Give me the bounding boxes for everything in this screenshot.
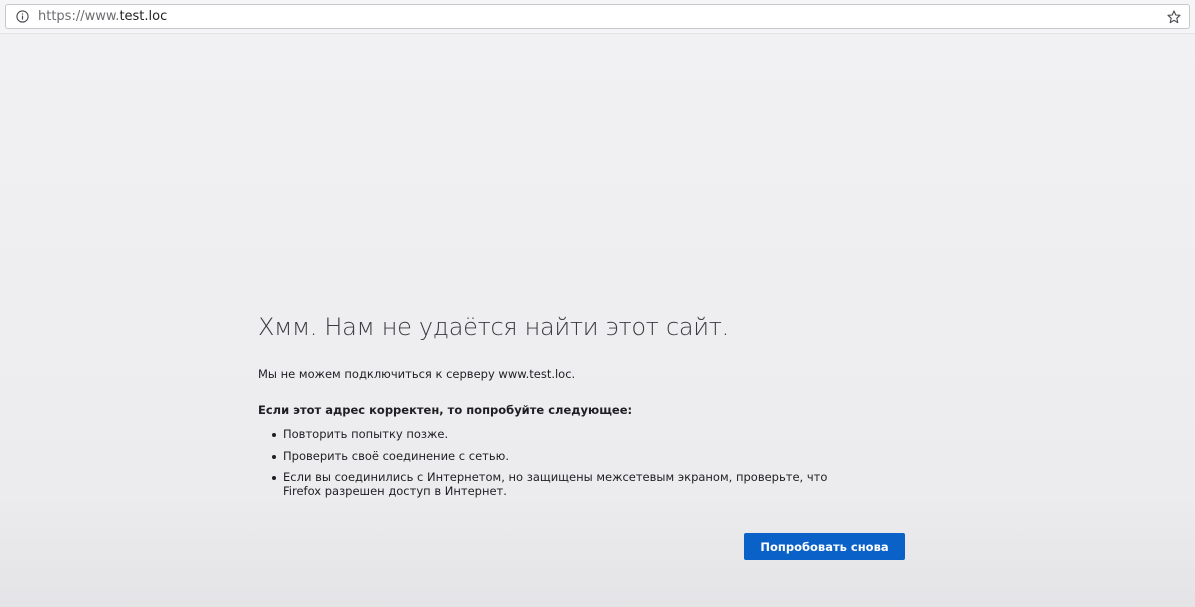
url-host: test.loc: [119, 9, 168, 24]
suggestions-list: Повторить попытку позже. Проверить своё …: [258, 427, 908, 498]
star-icon[interactable]: [1163, 6, 1185, 28]
url-bar[interactable]: https://www.test.loc: [5, 4, 1190, 29]
list-item: Проверить своё соединение с сетью.: [272, 449, 863, 464]
url-text[interactable]: https://www.test.loc: [38, 9, 167, 24]
info-circle-icon[interactable]: [10, 5, 34, 28]
navigation-toolbar: https://www.test.loc: [0, 0, 1195, 34]
error-description: Мы не можем подключиться к серверу www.t…: [258, 367, 576, 381]
error-page: Хмм. Нам не удаётся найти этот сайт. Мы …: [0, 34, 1195, 607]
list-item: Повторить попытку позже.: [272, 427, 863, 442]
retry-button[interactable]: Попробовать снова: [744, 533, 905, 560]
error-container: Хмм. Нам не удаётся найти этот сайт. Мы …: [258, 310, 908, 506]
url-scheme: https://www.: [38, 9, 120, 24]
list-item: Если вы соединились с Интернетом, но защ…: [272, 470, 863, 498]
suggestions-heading: Если этот адрес корректен, то попробуйте…: [258, 403, 633, 417]
page-title: Хмм. Нам не удаётся найти этот сайт.: [258, 313, 729, 341]
